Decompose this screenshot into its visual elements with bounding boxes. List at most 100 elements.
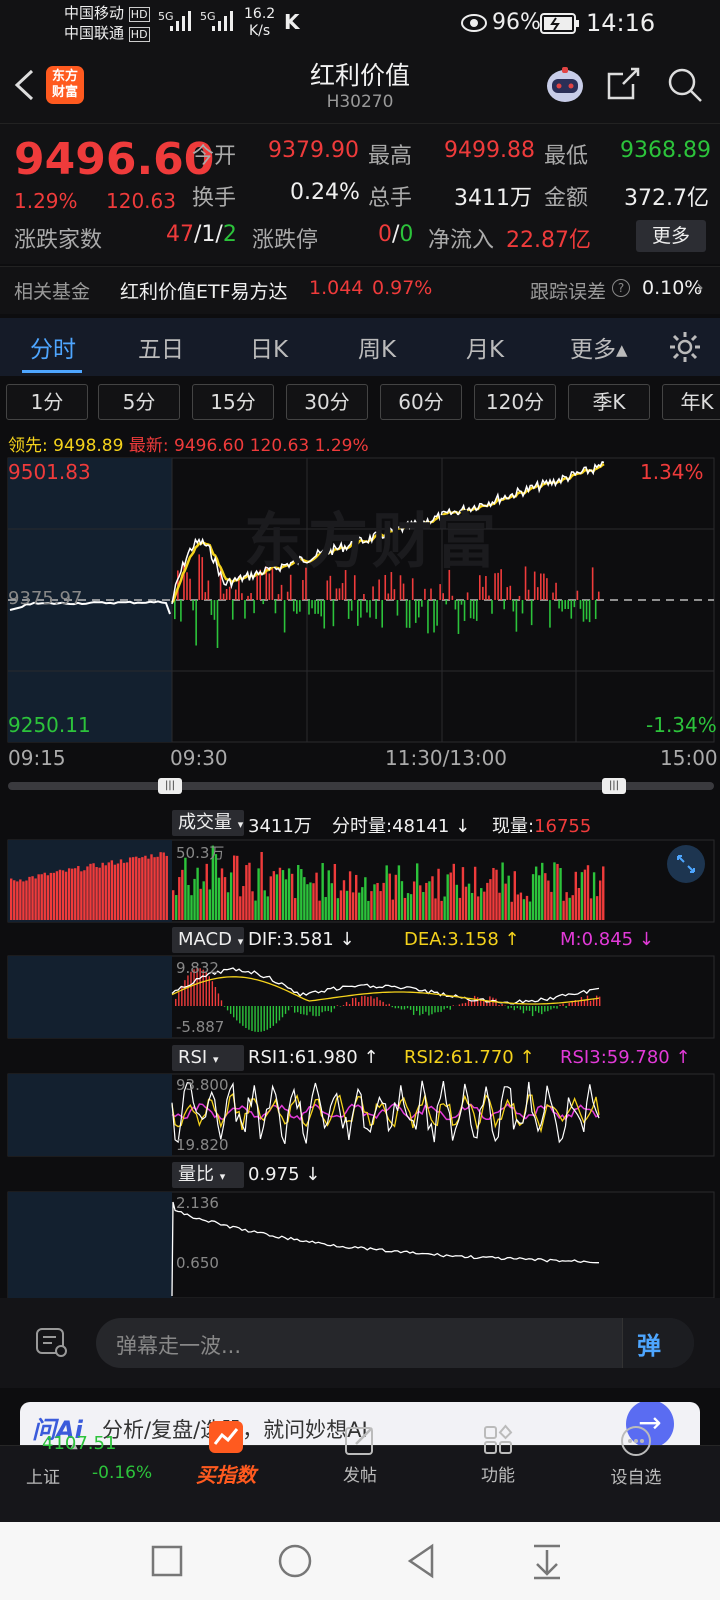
volume-bar [315,872,318,920]
range-handle-left[interactable]: ||| [158,778,182,794]
help-icon[interactable]: ? [612,279,630,297]
dea-value: DEA:3.158 [404,929,499,950]
macd-chart[interactable] [0,954,720,1040]
volume-bar [473,866,477,920]
price-volume-bar [299,600,301,612]
fund-name[interactable]: 红利价值ETF易方达 [120,277,288,304]
period-1min[interactable]: 1分 [6,384,88,420]
volume-bar [382,882,385,920]
danmu-settings-icon[interactable] [34,1326,70,1360]
nav-buy-index[interactable]: 买指数 [176,1420,276,1488]
period-5min[interactable]: 5分 [98,384,180,420]
signal-icon [212,11,233,31]
nav-post[interactable]: 发帖 [310,1424,410,1486]
period-year-k[interactable]: 年K [662,384,720,420]
macd-bar [446,1006,448,1009]
tab-weekly-k[interactable]: 周K [358,330,396,364]
volume-bar [455,884,459,920]
macd-indicator-select[interactable]: MACD ▾ [172,927,244,953]
tab-more[interactable]: 更多▴ [570,330,628,364]
volume-bar [150,854,153,920]
dif-value: DIF:3.581 [248,929,334,950]
volume-bar [16,881,19,920]
macd-bar [562,1003,564,1006]
buy-index-label: 买指数 [196,1463,256,1487]
breadth-down: 2 [222,222,237,247]
macd-bar [214,987,217,1006]
limit-label: 涨跌停 [252,228,319,253]
volume-chart[interactable] [0,838,720,924]
tab-five-day[interactable]: 五日 [138,330,184,364]
volume-bar [205,863,208,920]
related-fund-row[interactable]: 相关基金 红利价值ETF易方达 1.044 0.97% 跟踪误差 ? 0.10%… [0,266,720,314]
volume-bar [556,863,559,920]
volume-bar [287,868,291,920]
share-icon[interactable] [605,66,641,102]
danmu-send-button[interactable]: 弹 [622,1318,694,1368]
range-handle-right[interactable]: ||| [602,778,626,794]
macd-bar [458,1004,461,1006]
sh-index-value[interactable]: 4107.51 [42,1433,116,1454]
volume-bar [220,868,224,920]
volume-bar [101,862,104,920]
chevron-right-icon[interactable]: › [696,275,704,299]
danmu-input[interactable]: 弹幕走一波... 弹 [96,1318,694,1368]
period-30min[interactable]: 30分 [286,384,368,420]
volume-bar [260,851,263,920]
sh-index-name[interactable]: 上证 [26,1463,60,1488]
volume-indicator-select[interactable]: 成交量 ▾ [172,810,244,836]
recent-apps-icon[interactable] [150,1544,184,1578]
rsi-chart[interactable] [0,1072,720,1158]
lead-value: 9498.89 [53,436,124,456]
volume-bar [522,899,526,920]
macd-bar [419,1006,421,1016]
macd-bar [394,1006,397,1009]
price-volume-bar [296,600,298,614]
period-quarter-k[interactable]: 季K [568,384,650,420]
breadth-flat: 1 [201,222,216,247]
robot-assistant-icon[interactable] [543,64,587,106]
volume-bar [80,871,83,920]
volume-bar [71,868,74,920]
volume-bar [184,857,187,920]
volratio-indicator-select[interactable]: 量比 ▾ [172,1162,244,1188]
tab-monthly-k[interactable]: 月K [466,330,504,364]
macd-bar [477,997,479,1006]
volume-bar [55,871,59,920]
price-volume-bar [430,588,432,600]
volume-bar [217,877,221,920]
more-button[interactable]: 更多 [636,220,706,252]
price-volume-bar [582,600,585,622]
period-120min[interactable]: 120分 [474,384,556,420]
volume-bar [159,852,162,920]
settings-gear-icon[interactable] [668,330,702,364]
back-nav-icon[interactable] [404,1542,438,1580]
tab-intraday[interactable]: 分时 [30,330,76,364]
volume-now: 现量:16755 [492,812,591,838]
volratio-chart[interactable] [0,1190,720,1298]
volume-bar [425,882,428,920]
price-volume-bar [512,600,515,612]
turnover-value: 0.24% [290,180,360,205]
tab-daily-k[interactable]: 日K [250,330,288,364]
price-volume-bar [350,600,353,611]
search-icon[interactable] [666,66,704,104]
volume-bar [516,894,520,920]
volume-bar [461,867,465,920]
home-icon[interactable] [276,1542,314,1580]
nav-add-watchlist[interactable]: 设自选 [586,1424,686,1488]
period-15min[interactable]: 15分 [192,384,274,420]
rsi1-value: RSI1:61.980 [248,1047,358,1068]
notification-pull-icon[interactable] [530,1542,564,1580]
rsi-indicator-select[interactable]: RSI ▾ [172,1045,244,1071]
macd-m: M:0.845 ↓ [560,929,654,950]
volume-bar [467,883,471,920]
volume-bar [40,874,43,920]
price-volume-bar [244,600,246,619]
price-volume-bar [347,600,350,619]
macd-bar [382,1001,384,1006]
period-60min[interactable]: 60分 [380,384,462,420]
nav-functions[interactable]: 功能 [448,1424,548,1486]
minute-label: 分时量: [332,816,393,837]
volume-bar [214,854,218,920]
